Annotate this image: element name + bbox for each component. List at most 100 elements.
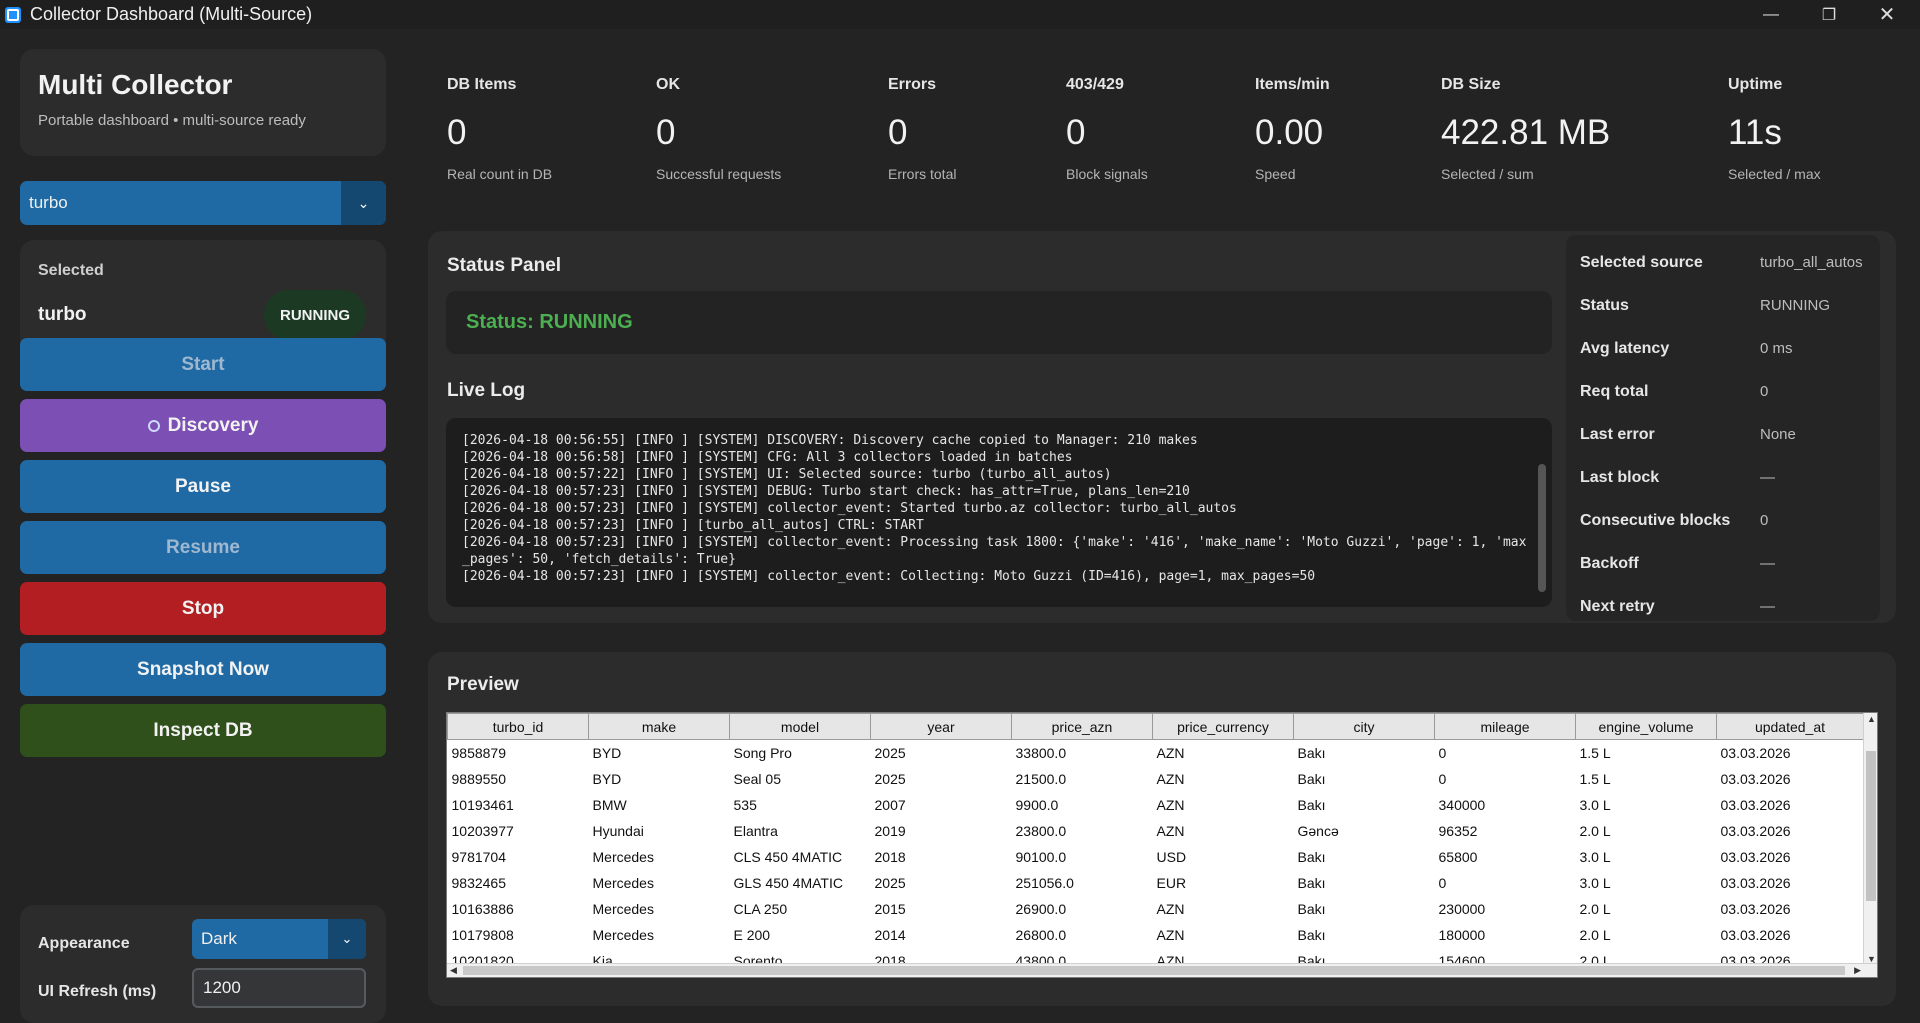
column-header[interactable]: turbo_id — [447, 713, 589, 740]
table-cell: 1.5 L — [1579, 770, 1611, 787]
column-header[interactable]: price_azn — [1011, 713, 1153, 740]
status-panel-title: Status Panel — [447, 255, 562, 276]
chevron-down-icon[interactable]: ⌄ — [341, 181, 386, 225]
inspect-db-button[interactable]: Inspect DB — [20, 704, 386, 757]
scrollbar-thumb[interactable] — [463, 966, 1845, 975]
info-row: Consecutive blocks 0 — [1580, 512, 1870, 532]
table-row[interactable]: 9889550 BYD Seal 05 2025 21500.0 AZN Bakı 0 1.5 … — [448, 766, 1864, 792]
brand-title: Multi Collector — [38, 69, 233, 100]
stat-value: 422.81 MB — [1441, 113, 1611, 152]
table-row[interactable]: 9858879 BYD Song Pro 2025 33800.0 AZN Bakı 0 1.5… — [448, 740, 1864, 766]
log-scrollbar[interactable] — [1538, 464, 1546, 592]
table-cell: 03.03.2026 — [1720, 874, 1791, 891]
snapshot-button[interactable]: Snapshot Now — [20, 643, 386, 696]
info-row: Backoff — — [1580, 555, 1870, 575]
brand-card: Multi Collector Portable dashboard • mul… — [20, 49, 386, 156]
table-cell: 03.03.2026 — [1720, 796, 1791, 813]
table-cell: Mercedes — [592, 874, 654, 891]
table-row[interactable]: 9781704 Mercedes CLS 450 4MATIC 2018 90100.0… — [448, 844, 1864, 870]
table-row[interactable]: 10163886 Mercedes CLA 250 2015 26900.0 AZN Bak… — [448, 896, 1864, 922]
table-cell: 9832465 — [451, 874, 507, 891]
info-value: RUNNING — [1760, 297, 1830, 314]
stat-block-signals: 403/429 0 Block signals — [1066, 76, 1148, 182]
table-cell: Mercedes — [592, 848, 654, 865]
info-value: turbo_all_autos — [1760, 254, 1863, 271]
inspect-db-button-label: Inspect DB — [153, 719, 253, 741]
table-cell: 230000 — [1438, 900, 1486, 917]
stop-button-label: Stop — [181, 597, 225, 619]
table-cell: EUR — [1156, 874, 1187, 891]
table-cell: Song Pro — [733, 744, 792, 761]
table-cell: E 200 — [733, 926, 771, 943]
start-button[interactable]: Start — [20, 338, 386, 391]
table-cell: Bakı — [1297, 874, 1326, 891]
search-icon — [147, 419, 160, 432]
table-cell: 10193461 — [451, 796, 514, 813]
close-icon[interactable]: ✕ — [1858, 0, 1916, 29]
table-cell: 0 — [1438, 770, 1447, 787]
window-title: Collector Dashboard (Multi-Source) — [30, 4, 313, 24]
column-header[interactable]: price_currency — [1152, 713, 1294, 740]
discovery-button[interactable]: Discovery — [20, 399, 386, 452]
table-cell: Bakı — [1297, 744, 1326, 761]
table-horizontal-scrollbar[interactable]: ◀ ▶ — [447, 963, 1877, 977]
table-cell: 9889550 — [451, 770, 507, 787]
table-cell: 2014 — [874, 926, 906, 943]
table-cell: Gəncə — [1297, 822, 1339, 839]
table-cell: BMW — [592, 796, 627, 813]
snapshot-button-label: Snapshot Now — [137, 658, 269, 680]
brand-subtitle: Portable dashboard • multi-source ready — [38, 112, 306, 129]
column-header[interactable]: engine_volume — [1575, 713, 1717, 740]
column-header[interactable]: model — [729, 713, 871, 740]
table-cell: Seal 05 — [733, 770, 781, 787]
ui-refresh-input[interactable] — [192, 968, 366, 1008]
table-cell: BYD — [592, 770, 622, 787]
column-header[interactable]: updated_at — [1716, 713, 1864, 740]
chevron-down-icon[interactable]: ⌄ — [328, 919, 366, 959]
live-log[interactable]: [2026-04-18 00:56:55] [INFO ] [SYSTEM] D… — [446, 418, 1552, 607]
table-cell: BYD — [592, 744, 622, 761]
table-cell: AZN — [1156, 770, 1185, 787]
info-value: None — [1760, 426, 1796, 443]
table-row[interactable]: 10193461 BMW 535 2007 9900.0 AZN Bakı 340000 3.0… — [448, 792, 1864, 818]
minimize-icon[interactable]: — — [1742, 0, 1800, 29]
info-key: Selected source — [1580, 254, 1703, 271]
resume-button[interactable]: Resume — [20, 521, 386, 574]
table-row[interactable]: 10203977 Hyundai Elantra 2019 23800.0 AZN Gənc… — [448, 818, 1864, 844]
table-cell: 535 — [733, 796, 757, 813]
column-header[interactable]: mileage — [1434, 713, 1576, 740]
stat-title: OK — [656, 76, 680, 93]
pause-button[interactable]: Pause — [20, 460, 386, 513]
stat-subtitle: Block signals — [1066, 166, 1148, 182]
table-cell: 96352 — [1438, 822, 1478, 839]
preview-panel: Preview turbo_id make model year price_a… — [428, 652, 1896, 1006]
scroll-up-icon[interactable]: ▲ — [1867, 714, 1876, 724]
info-key: Avg latency — [1580, 340, 1670, 357]
column-header[interactable]: year — [870, 713, 1012, 740]
table-cell: 65800 — [1438, 848, 1478, 865]
info-value: 0 ms — [1760, 340, 1793, 357]
column-header[interactable]: city — [1293, 713, 1435, 740]
source-select[interactable]: turbo ⌄ — [20, 181, 386, 225]
table-cell: Hyundai — [592, 822, 644, 839]
scrollbar-thumb[interactable] — [1866, 751, 1876, 901]
column-header[interactable]: make — [588, 713, 730, 740]
table-cell: 0 — [1438, 744, 1447, 761]
scroll-left-icon[interactable]: ◀ — [450, 965, 457, 976]
table-cell: CLA 250 — [733, 900, 788, 917]
table-row[interactable]: 9832465 Mercedes GLS 450 4MATIC 2025 251056.… — [448, 870, 1864, 896]
appearance-select[interactable]: Dark ⌄ — [192, 919, 366, 959]
info-row: Last block — — [1580, 469, 1870, 489]
table-cell: Mercedes — [592, 900, 654, 917]
restore-icon[interactable]: ❐ — [1800, 0, 1858, 29]
preview-table[interactable]: turbo_id make model year price_azn price… — [446, 712, 1878, 978]
stop-button[interactable]: Stop — [20, 582, 386, 635]
table-vertical-scrollbar[interactable]: ▲ ▼ — [1863, 713, 1877, 965]
table-row[interactable]: 10179808 Mercedes E 200 2014 26800.0 AZN Bakı 1… — [448, 922, 1864, 948]
info-value: — — [1760, 555, 1775, 572]
scroll-right-icon[interactable]: ▶ — [1854, 965, 1861, 976]
table-cell: Bakı — [1297, 926, 1326, 943]
stat-title: Items/min — [1255, 76, 1330, 93]
table-cell: 2025 — [874, 770, 906, 787]
info-row: Last error None — [1580, 426, 1870, 446]
